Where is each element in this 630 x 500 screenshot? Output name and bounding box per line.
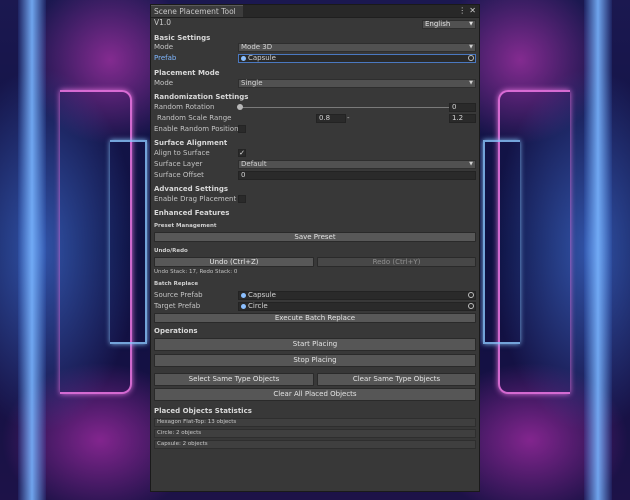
mode-row: Mode Mode 3D ▼ — [154, 43, 476, 52]
drag-placement-checkbox[interactable] — [238, 195, 246, 203]
basic-settings-header: Basic Settings — [154, 34, 211, 42]
kebab-menu-icon[interactable]: ⋮ — [458, 6, 466, 16]
random-scale-max-field[interactable]: 1.2 — [449, 114, 476, 123]
target-prefab-field[interactable]: Circle — [238, 302, 476, 311]
undo-redo-header: Undo/Redo — [154, 248, 188, 254]
chevron-down-icon: ▼ — [469, 161, 473, 167]
window-titlebar: Scene Placement Tool V1.0 ⋮ ✕ — [151, 5, 479, 27]
clear-all-placed-button[interactable]: Clear All Placed Objects — [154, 388, 476, 401]
language-value: English — [425, 20, 451, 28]
prefab-value: Capsule — [248, 54, 276, 62]
batch-replace-header: Batch Replace — [154, 281, 199, 287]
random-rotation-label: Random Rotation — [154, 103, 215, 111]
target-prefab-value: Circle — [248, 302, 268, 310]
object-picker-icon[interactable] — [468, 55, 474, 61]
surface-layer-row: Surface Layer Default ▼ — [154, 160, 476, 169]
surface-alignment-header: Surface Alignment — [154, 139, 228, 147]
save-preset-button[interactable]: Save Preset — [154, 232, 476, 242]
drag-placement-row: Enable Drag Placement — [154, 195, 476, 204]
chevron-down-icon: ▼ — [469, 44, 473, 50]
statistics-item: Hexagon Flat-Top: 13 objects — [154, 418, 476, 427]
placement-mode-value: Single — [241, 79, 263, 87]
placement-mode-header: Placement Mode — [154, 69, 220, 77]
random-scale-label: Random Scale Range — [157, 114, 232, 122]
random-scale-row: Random Scale Range 0.8 - 1.2 — [154, 114, 476, 123]
object-picker-icon[interactable] — [468, 292, 474, 298]
target-prefab-row: Target Prefab Circle — [154, 302, 476, 311]
enhanced-features-header: Enhanced Features — [154, 209, 230, 217]
wallpaper-neon-strip-left — [110, 140, 147, 344]
preset-management-header: Preset Management — [154, 223, 217, 229]
random-scale-separator: - — [347, 114, 350, 122]
surface-layer-value: Default — [241, 160, 267, 168]
placement-mode-label: Mode — [154, 79, 174, 87]
clear-same-type-button[interactable]: Clear Same Type Objects — [317, 373, 476, 386]
random-position-checkbox[interactable] — [238, 125, 246, 133]
random-position-label: Enable Random Position — [154, 125, 239, 133]
source-prefab-row: Source Prefab Capsule — [154, 291, 476, 300]
prefab-object-field[interactable]: Capsule — [238, 54, 476, 63]
mode-value: Mode 3D — [241, 43, 273, 51]
align-surface-label: Align to Surface — [154, 149, 210, 157]
operations-header: Operations — [154, 327, 198, 335]
prefab-icon — [241, 303, 246, 309]
statistics-item: Capsule: 2 objects — [154, 440, 476, 449]
window-controls: ⋮ ✕ — [458, 6, 476, 16]
wallpaper-light-pillar-left — [18, 0, 46, 500]
surface-offset-label: Surface Offset — [154, 171, 204, 179]
placement-mode-row: Mode Single ▼ — [154, 79, 476, 88]
prefab-row: Prefab Capsule — [154, 54, 476, 63]
source-prefab-value: Capsule — [248, 291, 276, 299]
surface-offset-row: Surface Offset 0 — [154, 171, 476, 180]
window-tab[interactable]: Scene Placement Tool V1.0 — [151, 5, 243, 27]
start-placing-button[interactable]: Start Placing — [154, 338, 476, 351]
object-picker-icon[interactable] — [468, 303, 474, 309]
surface-layer-label: Surface Layer — [154, 160, 203, 168]
mode-dropdown[interactable]: Mode 3D ▼ — [238, 43, 476, 52]
mode-label: Mode — [154, 43, 174, 51]
chevron-down-icon: ▼ — [469, 21, 473, 27]
select-same-type-button[interactable]: Select Same Type Objects — [154, 373, 314, 386]
execute-batch-replace-button[interactable]: Execute Batch Replace — [154, 313, 476, 323]
close-icon[interactable]: ✕ — [469, 6, 476, 16]
stop-placing-button[interactable]: Stop Placing — [154, 354, 476, 367]
wallpaper-neon-strip-right — [483, 140, 520, 344]
prefab-icon — [241, 292, 246, 298]
target-prefab-label: Target Prefab — [154, 302, 201, 310]
language-dropdown[interactable]: English ▼ — [422, 20, 476, 29]
tool-content: English ▼ Basic Settings Mode Mode 3D ▼ … — [151, 18, 479, 492]
random-rotation-slider[interactable] — [240, 107, 450, 108]
random-scale-min-field[interactable]: 0.8 — [316, 114, 346, 123]
undo-stack-info: Undo Stack: 17, Redo Stack: 0 — [154, 269, 238, 275]
surface-offset-field[interactable]: 0 — [238, 171, 476, 180]
source-prefab-field[interactable]: Capsule — [238, 291, 476, 300]
align-surface-checkbox[interactable]: ✓ — [238, 149, 246, 157]
advanced-settings-header: Advanced Settings — [154, 185, 229, 193]
random-rotation-row: Random Rotation 0 — [154, 103, 476, 112]
chevron-down-icon: ▼ — [469, 80, 473, 86]
source-prefab-label: Source Prefab — [154, 291, 203, 299]
wallpaper-light-pillar-right — [584, 0, 612, 500]
surface-layer-dropdown[interactable]: Default ▼ — [238, 160, 476, 169]
redo-button[interactable]: Redo (Ctrl+Y) — [317, 257, 476, 267]
checkmark-icon: ✓ — [239, 149, 245, 157]
random-rotation-field[interactable]: 0 — [449, 103, 476, 112]
prefab-icon — [241, 55, 246, 61]
random-position-row: Enable Random Position — [154, 125, 476, 134]
randomization-header: Randomization Settings — [154, 93, 249, 101]
statistics-header: Placed Objects Statistics — [154, 407, 252, 415]
align-surface-row: Align to Surface ✓ — [154, 149, 476, 158]
statistics-item: Circle: 2 objects — [154, 429, 476, 438]
drag-placement-label: Enable Drag Placement — [154, 195, 237, 203]
undo-button[interactable]: Undo (Ctrl+Z) — [154, 257, 314, 267]
random-rotation-slider-handle[interactable] — [237, 104, 243, 110]
editor-window: Scene Placement Tool V1.0 ⋮ ✕ English ▼ … — [150, 4, 480, 492]
placement-mode-dropdown[interactable]: Single ▼ — [238, 79, 476, 88]
prefab-label: Prefab — [154, 54, 177, 62]
